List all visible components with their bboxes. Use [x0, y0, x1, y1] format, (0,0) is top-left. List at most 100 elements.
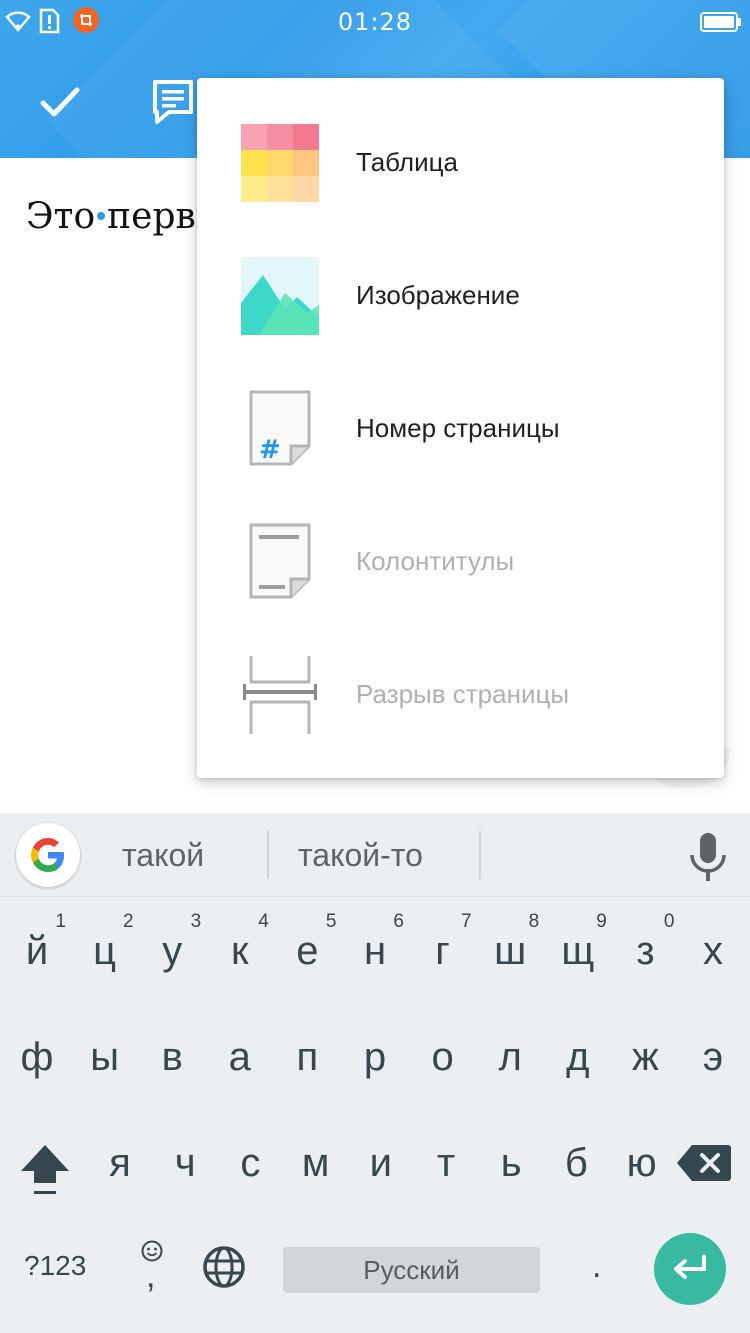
google-g-icon[interactable]	[16, 823, 80, 887]
backspace-key[interactable]	[676, 1143, 732, 1187]
key-я[interactable]: я	[87, 1109, 153, 1209]
key-х[interactable]: х	[680, 897, 746, 997]
period-key[interactable]: .	[592, 1247, 601, 1286]
table-icon	[241, 124, 319, 202]
key-ч[interactable]: ч	[152, 1109, 218, 1209]
key-hint: 2	[123, 911, 134, 932]
key-label: ч	[174, 1141, 196, 1185]
menu-item-header-footer[interactable]: Колонтитулы	[197, 495, 724, 628]
key-hint: 1	[55, 911, 66, 932]
key-label: р	[363, 1035, 387, 1079]
space-bar[interactable]: Русский	[283, 1247, 540, 1293]
document-text[interactable]: Это первы	[26, 196, 224, 237]
key-label: ж	[632, 1035, 659, 1079]
document-text-start: Это	[26, 196, 96, 237]
shift-key[interactable]	[8, 1123, 82, 1203]
key-ж[interactable]: ж	[612, 1003, 678, 1103]
key-у[interactable]: у3	[139, 897, 205, 997]
key-э[interactable]: э	[680, 1003, 746, 1103]
key-label: к	[231, 929, 249, 973]
enter-icon	[674, 1255, 706, 1279]
keyboard: й1ц2у3к4е5н6г7ш8щ9з0х фывапролджэ ячсмит…	[0, 897, 750, 1333]
suggestion-strip: такой такой-то	[0, 813, 750, 897]
page-break-icon	[241, 656, 319, 734]
key-п[interactable]: п	[274, 1003, 340, 1103]
key-label: ц	[93, 929, 117, 973]
symbols-key[interactable]: ?123	[24, 1250, 86, 1282]
key-label: и	[369, 1141, 392, 1185]
key-label: з	[636, 929, 655, 973]
key-label: э	[702, 1035, 724, 1079]
menu-item-label: Разрыв страницы	[356, 679, 570, 709]
key-ш[interactable]: ш8	[477, 897, 543, 997]
key-ь[interactable]: ь	[478, 1109, 544, 1209]
key-р[interactable]: р	[342, 1003, 408, 1103]
key-н[interactable]: н6	[342, 897, 408, 997]
key-д[interactable]: д	[545, 1003, 611, 1103]
globe-icon[interactable]	[202, 1245, 248, 1291]
key-label: н	[363, 929, 387, 973]
menu-item-image[interactable]: Изображение	[197, 229, 724, 362]
key-к[interactable]: к4	[207, 897, 273, 997]
key-label: д	[566, 1035, 590, 1079]
check-icon[interactable]	[30, 72, 90, 132]
menu-item-page-number[interactable]: # Номер страницы	[197, 362, 724, 495]
menu-item-table[interactable]: Таблица	[197, 96, 724, 229]
key-й[interactable]: й1	[4, 897, 70, 997]
key-label: а	[228, 1035, 251, 1079]
key-label: в	[161, 1035, 183, 1079]
key-hint: 8	[528, 911, 540, 932]
clock: 01:28	[337, 8, 413, 36]
text-format-icon[interactable]	[143, 72, 203, 132]
key-щ[interactable]: щ9	[545, 897, 611, 997]
key-ц[interactable]: ц2	[72, 897, 138, 997]
key-л[interactable]: л	[477, 1003, 543, 1103]
key-label: м	[301, 1141, 330, 1185]
text-cursor	[97, 212, 106, 220]
key-hint: 9	[596, 911, 607, 932]
key-м[interactable]: м	[283, 1109, 349, 1209]
key-с[interactable]: с	[217, 1109, 283, 1209]
key-а[interactable]: а	[207, 1003, 273, 1103]
key-label: о	[431, 1035, 454, 1079]
battery-icon	[700, 12, 742, 36]
key-о[interactable]: о	[410, 1003, 476, 1103]
key-е[interactable]: е5	[274, 897, 340, 997]
key-label: щ	[561, 929, 595, 973]
key-hint: 3	[190, 911, 202, 932]
key-и[interactable]: и	[348, 1109, 414, 1209]
suggestion-1[interactable]: такой	[122, 813, 204, 897]
key-hint: 0	[663, 911, 675, 932]
insert-menu: Таблица Изображение # Номер страницы Кол…	[197, 78, 724, 778]
key-б[interactable]: б	[543, 1109, 609, 1209]
key-label: г	[435, 929, 450, 973]
key-label: у	[162, 929, 183, 973]
key-label: с	[240, 1141, 261, 1185]
menu-item-page-break[interactable]: Разрыв страницы	[197, 628, 724, 761]
key-ы[interactable]: ы	[72, 1003, 138, 1103]
key-ф[interactable]: ф	[4, 1003, 70, 1103]
enter-key[interactable]	[654, 1233, 726, 1305]
emoji-comma-key[interactable]: ,	[136, 1239, 170, 1295]
key-hint: 6	[393, 911, 404, 932]
menu-item-label: Изображение	[356, 280, 520, 310]
key-label: ю	[626, 1141, 657, 1185]
key-label: ь	[500, 1141, 522, 1185]
key-т[interactable]: т	[413, 1109, 479, 1209]
key-hint: 4	[258, 911, 269, 932]
svg-text:#: #	[259, 435, 281, 465]
menu-item-label: Номер страницы	[356, 413, 560, 443]
menu-item-label: Колонтитулы	[356, 546, 515, 576]
key-в[interactable]: в	[139, 1003, 205, 1103]
header-footer-icon	[241, 523, 319, 601]
key-ю[interactable]: ю	[609, 1109, 675, 1209]
suggestion-2[interactable]: такой-то	[298, 813, 423, 897]
key-label: х	[703, 929, 723, 973]
key-г[interactable]: г7	[410, 897, 476, 997]
microphone-icon[interactable]	[684, 831, 732, 883]
key-з[interactable]: з0	[612, 897, 678, 997]
suggestion-divider	[267, 831, 269, 879]
key-label: б	[564, 1141, 588, 1185]
key-label: п	[296, 1035, 319, 1079]
suggestion-divider	[479, 831, 481, 879]
